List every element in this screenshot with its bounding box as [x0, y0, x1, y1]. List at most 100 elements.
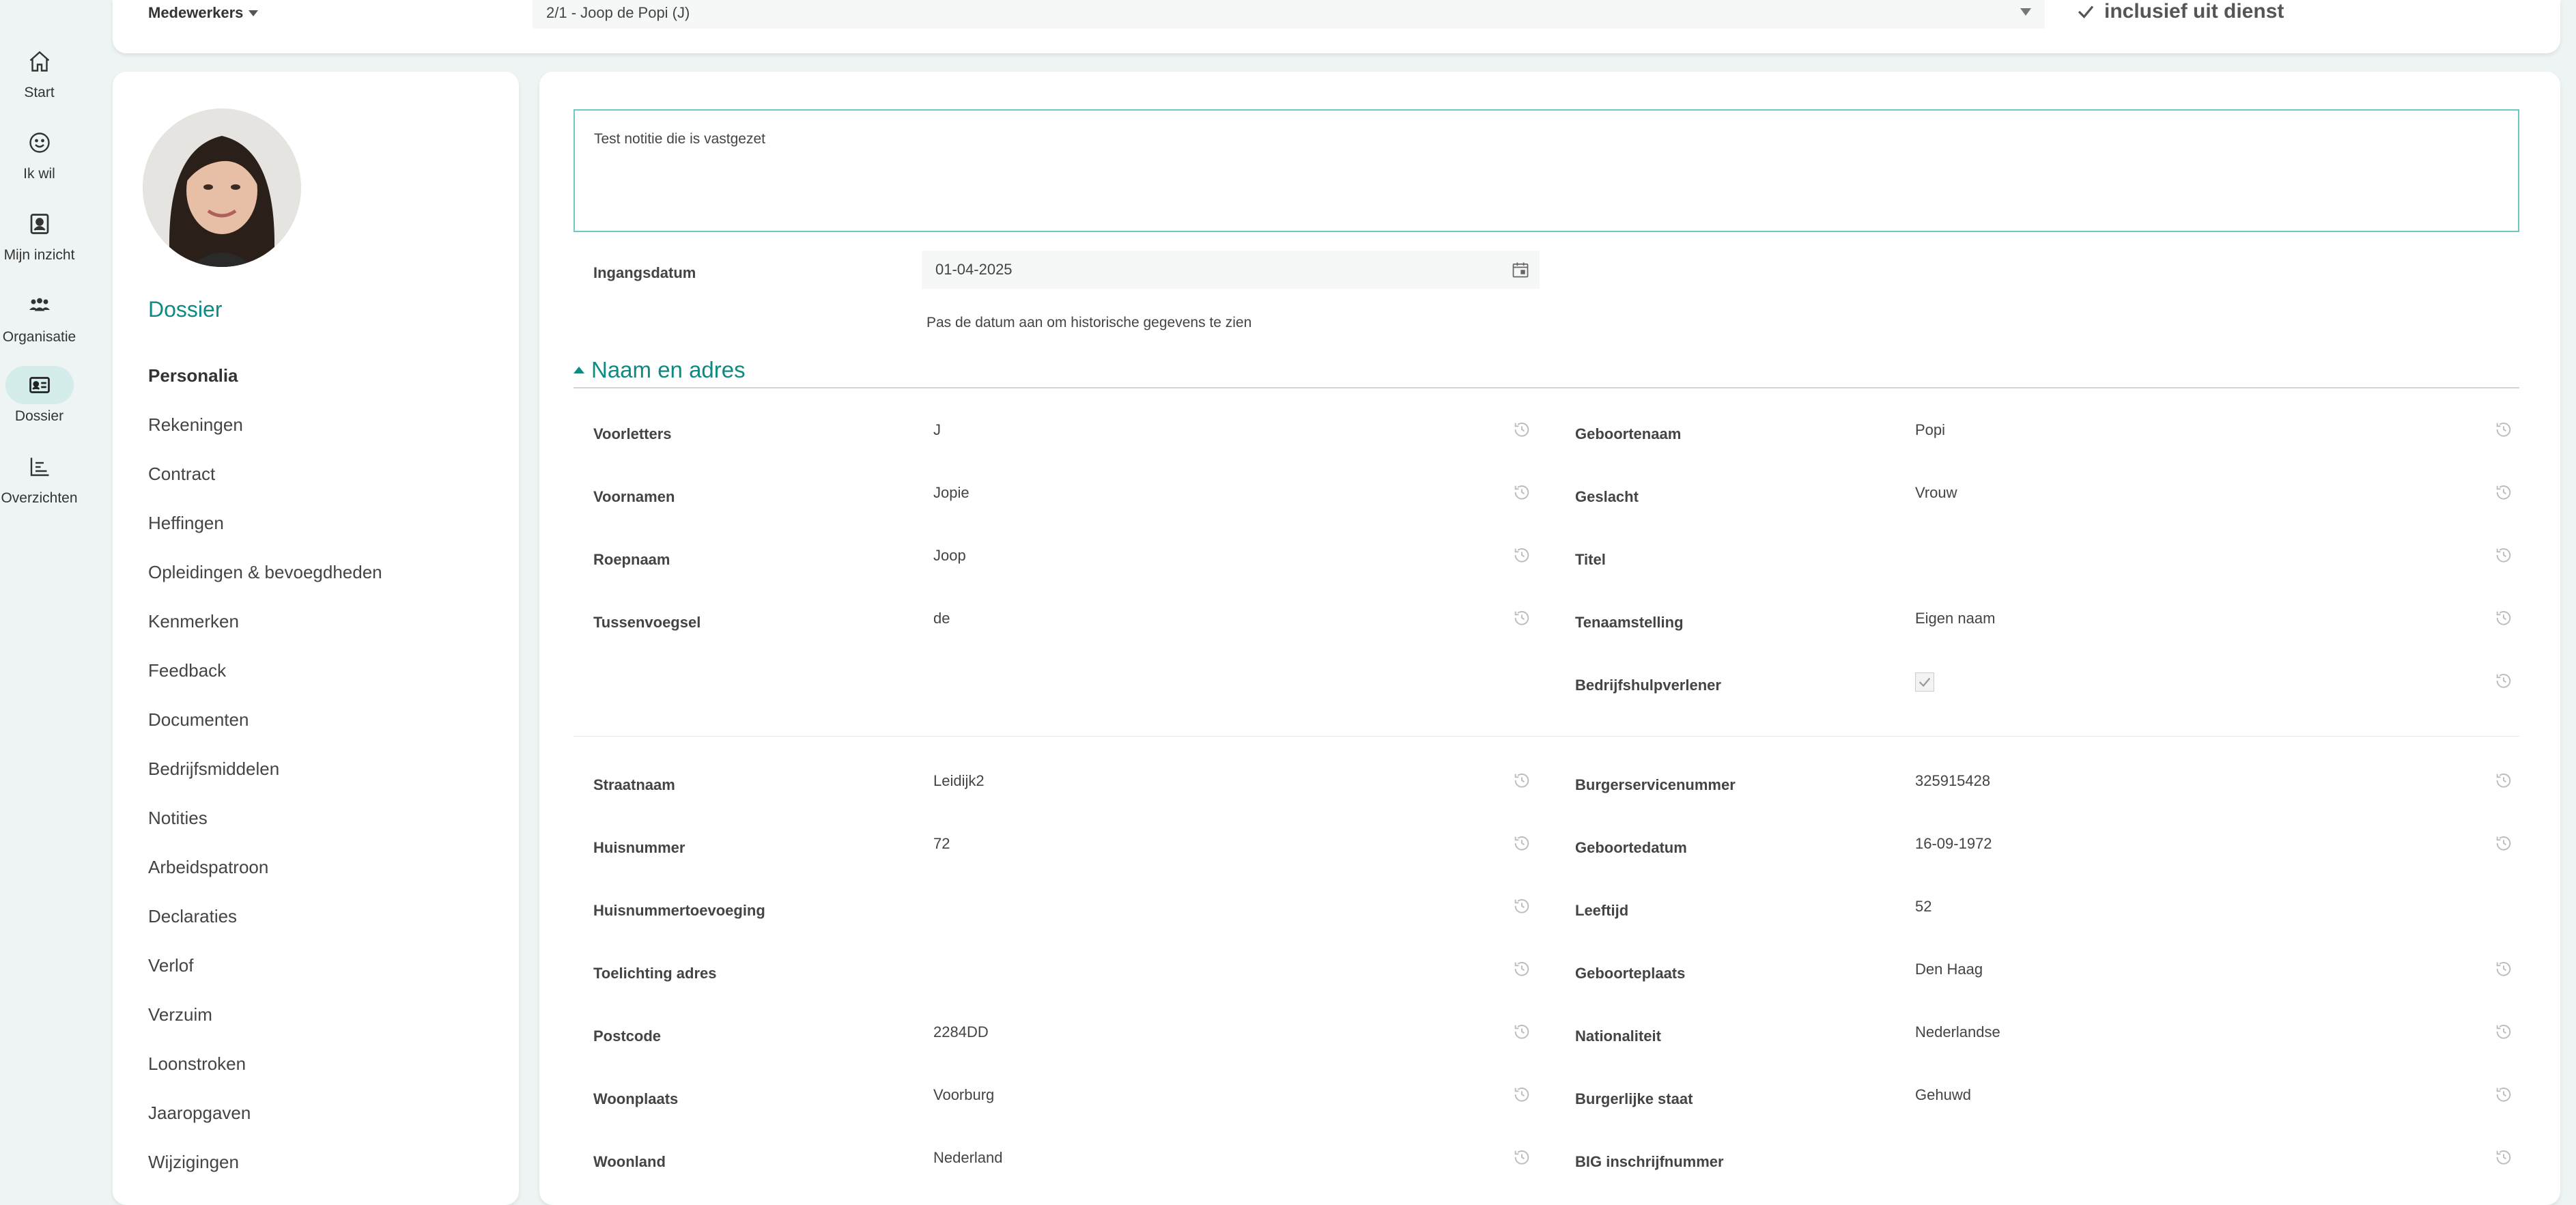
nav-item-contract[interactable]: Contract	[148, 464, 215, 485]
history-icon[interactable]	[1512, 420, 1531, 439]
nav-item-documenten[interactable]: Documenten	[148, 709, 249, 731]
nav-item-verzuim[interactable]: Verzuim	[148, 1004, 212, 1025]
home-icon	[5, 42, 74, 81]
field-value: 325915428	[1915, 772, 1991, 789]
field-label: Leeftijd	[1575, 902, 1629, 919]
employee-select[interactable]: 2/1 - Joop de Popi (J)	[533, 0, 2045, 29]
nav-item-kenmerken[interactable]: Kenmerken	[148, 611, 239, 632]
caret-up-icon	[574, 367, 584, 373]
caret-down-icon	[2020, 8, 2031, 16]
calendar-icon[interactable]	[1511, 260, 1530, 279]
rail-label: Mijn inzicht	[3, 247, 75, 263]
history-icon[interactable]	[2494, 959, 2513, 978]
nav-item-verlof[interactable]: Verlof	[148, 955, 194, 976]
ingangsdatum-input[interactable]: 01-04-2025	[922, 251, 1540, 289]
rail-item-overzichten[interactable]: Overzichten	[0, 448, 79, 516]
rail-label: Dossier	[14, 408, 64, 424]
field-label: Tenaamstelling	[1575, 614, 1684, 631]
employees-label: Medewerkers	[148, 4, 244, 21]
history-icon[interactable]	[1512, 1022, 1531, 1041]
section-divider	[574, 736, 2519, 737]
nav-item-opleidingen[interactable]: Opleidingen & bevoegdheden	[148, 562, 382, 583]
field-value: Voorburg	[933, 1086, 995, 1103]
history-icon[interactable]	[1512, 1148, 1531, 1167]
include-inactive-toggle[interactable]: inclusief uit dienst	[2076, 0, 2284, 23]
field-value: Eigen naam	[1915, 610, 1996, 627]
history-icon[interactable]	[2494, 545, 2513, 565]
field-label: Titel	[1575, 551, 1606, 568]
nav-item-personalia[interactable]: Personalia	[148, 365, 238, 386]
field-value: Vrouw	[1915, 484, 1957, 501]
nav-item-loonstroken[interactable]: Loonstroken	[148, 1053, 246, 1075]
history-icon[interactable]	[1512, 1085, 1531, 1104]
history-icon[interactable]	[2494, 420, 2513, 439]
ingangsdatum-label: Ingangsdatum	[593, 264, 696, 281]
field-value: 16-09-1972	[1915, 835, 1992, 852]
field-label: Geboortedatum	[1575, 839, 1687, 856]
history-icon[interactable]	[1512, 959, 1531, 978]
dossier-title: Dossier	[148, 297, 223, 322]
field-value: 2284DD	[933, 1023, 989, 1040]
history-icon[interactable]	[2494, 483, 2513, 502]
rail-item-start[interactable]: Start	[0, 42, 79, 111]
rail-item-organisatie[interactable]: Organisatie	[0, 287, 79, 355]
history-icon[interactable]	[2494, 834, 2513, 853]
nav-item-rekeningen[interactable]: Rekeningen	[148, 414, 243, 436]
rail-item-mijn-inzicht[interactable]: Mijn inzicht	[0, 205, 79, 273]
field-label: Woonland	[593, 1153, 666, 1170]
history-icon[interactable]	[1512, 608, 1531, 627]
personalia-panel: Test notitie die is vastgezet Ingangsdat…	[539, 72, 2560, 1205]
field-value: Leidijk2	[933, 772, 985, 789]
history-icon[interactable]	[1512, 483, 1531, 502]
people-group-icon	[5, 287, 74, 325]
history-icon[interactable]	[2494, 608, 2513, 627]
rail-label: Organisatie	[2, 329, 76, 345]
caret-down-icon	[249, 10, 259, 16]
field-value: Nederland	[933, 1149, 1003, 1166]
employee-selected-value: 2/1 - Joop de Popi (J)	[546, 4, 690, 21]
history-icon[interactable]	[2494, 771, 2513, 790]
employees-dropdown[interactable]: Medewerkers	[148, 4, 259, 22]
avatar	[143, 109, 301, 267]
field-value: 52	[1915, 898, 1932, 915]
field-value: Gehuwd	[1915, 1086, 1971, 1103]
field-label: Tussenvoegsel	[593, 614, 701, 631]
history-icon[interactable]	[1512, 771, 1531, 790]
checkmark-icon	[1919, 677, 1931, 687]
rail-item-ik-wil[interactable]: Ik wil	[0, 124, 79, 192]
field-label: Geboorteplaats	[1575, 965, 1686, 982]
checkmark-icon	[2078, 5, 2094, 18]
field-value: Den Haag	[1915, 961, 1983, 978]
field-value: Popi	[1915, 421, 1946, 438]
history-icon[interactable]	[2494, 1148, 2513, 1167]
nav-item-heffingen[interactable]: Heffingen	[148, 513, 224, 534]
id-card-icon	[5, 366, 74, 404]
nav-item-declaraties[interactable]: Declaraties	[148, 906, 237, 927]
nav-item-arbeidspatroon[interactable]: Arbeidspatroon	[148, 857, 268, 878]
field-label: Bedrijfshulpverlener	[1575, 677, 1721, 694]
nav-item-bedrijfsmiddelen[interactable]: Bedrijfsmiddelen	[148, 759, 279, 780]
history-icon[interactable]	[2494, 1085, 2513, 1104]
rail-item-dossier[interactable]: Dossier	[0, 366, 79, 434]
history-icon[interactable]	[1512, 834, 1531, 853]
history-icon[interactable]	[2494, 1022, 2513, 1041]
history-icon[interactable]	[1512, 896, 1531, 916]
history-icon[interactable]	[2494, 671, 2513, 690]
smiley-icon	[5, 124, 74, 162]
field-value: J	[933, 421, 941, 438]
nav-item-feedback[interactable]: Feedback	[148, 660, 226, 681]
history-icon[interactable]	[1512, 545, 1531, 565]
field-value: de	[933, 610, 950, 627]
nav-item-notities[interactable]: Notities	[148, 808, 208, 829]
person-card-icon	[5, 205, 74, 243]
section-naam-en-adres[interactable]: Naam en adres	[574, 353, 2519, 388]
rail-label: Start	[24, 85, 55, 100]
bedrijfshulpverlener-checkbox[interactable]	[1915, 672, 1934, 692]
pinned-note[interactable]: Test notitie die is vastgezet	[574, 109, 2519, 232]
rail-label: Overzichten	[1, 490, 78, 506]
nav-item-jaaropgaven[interactable]: Jaaropgaven	[148, 1103, 251, 1124]
nav-rail: Start Ik wil Mijn inzicht Organisatie Do…	[0, 0, 79, 1195]
field-label: BIG inschrijfnummer	[1575, 1153, 1724, 1170]
nav-item-wijzigingen[interactable]: Wijzigingen	[148, 1152, 239, 1173]
field-label: Voornamen	[593, 488, 675, 505]
